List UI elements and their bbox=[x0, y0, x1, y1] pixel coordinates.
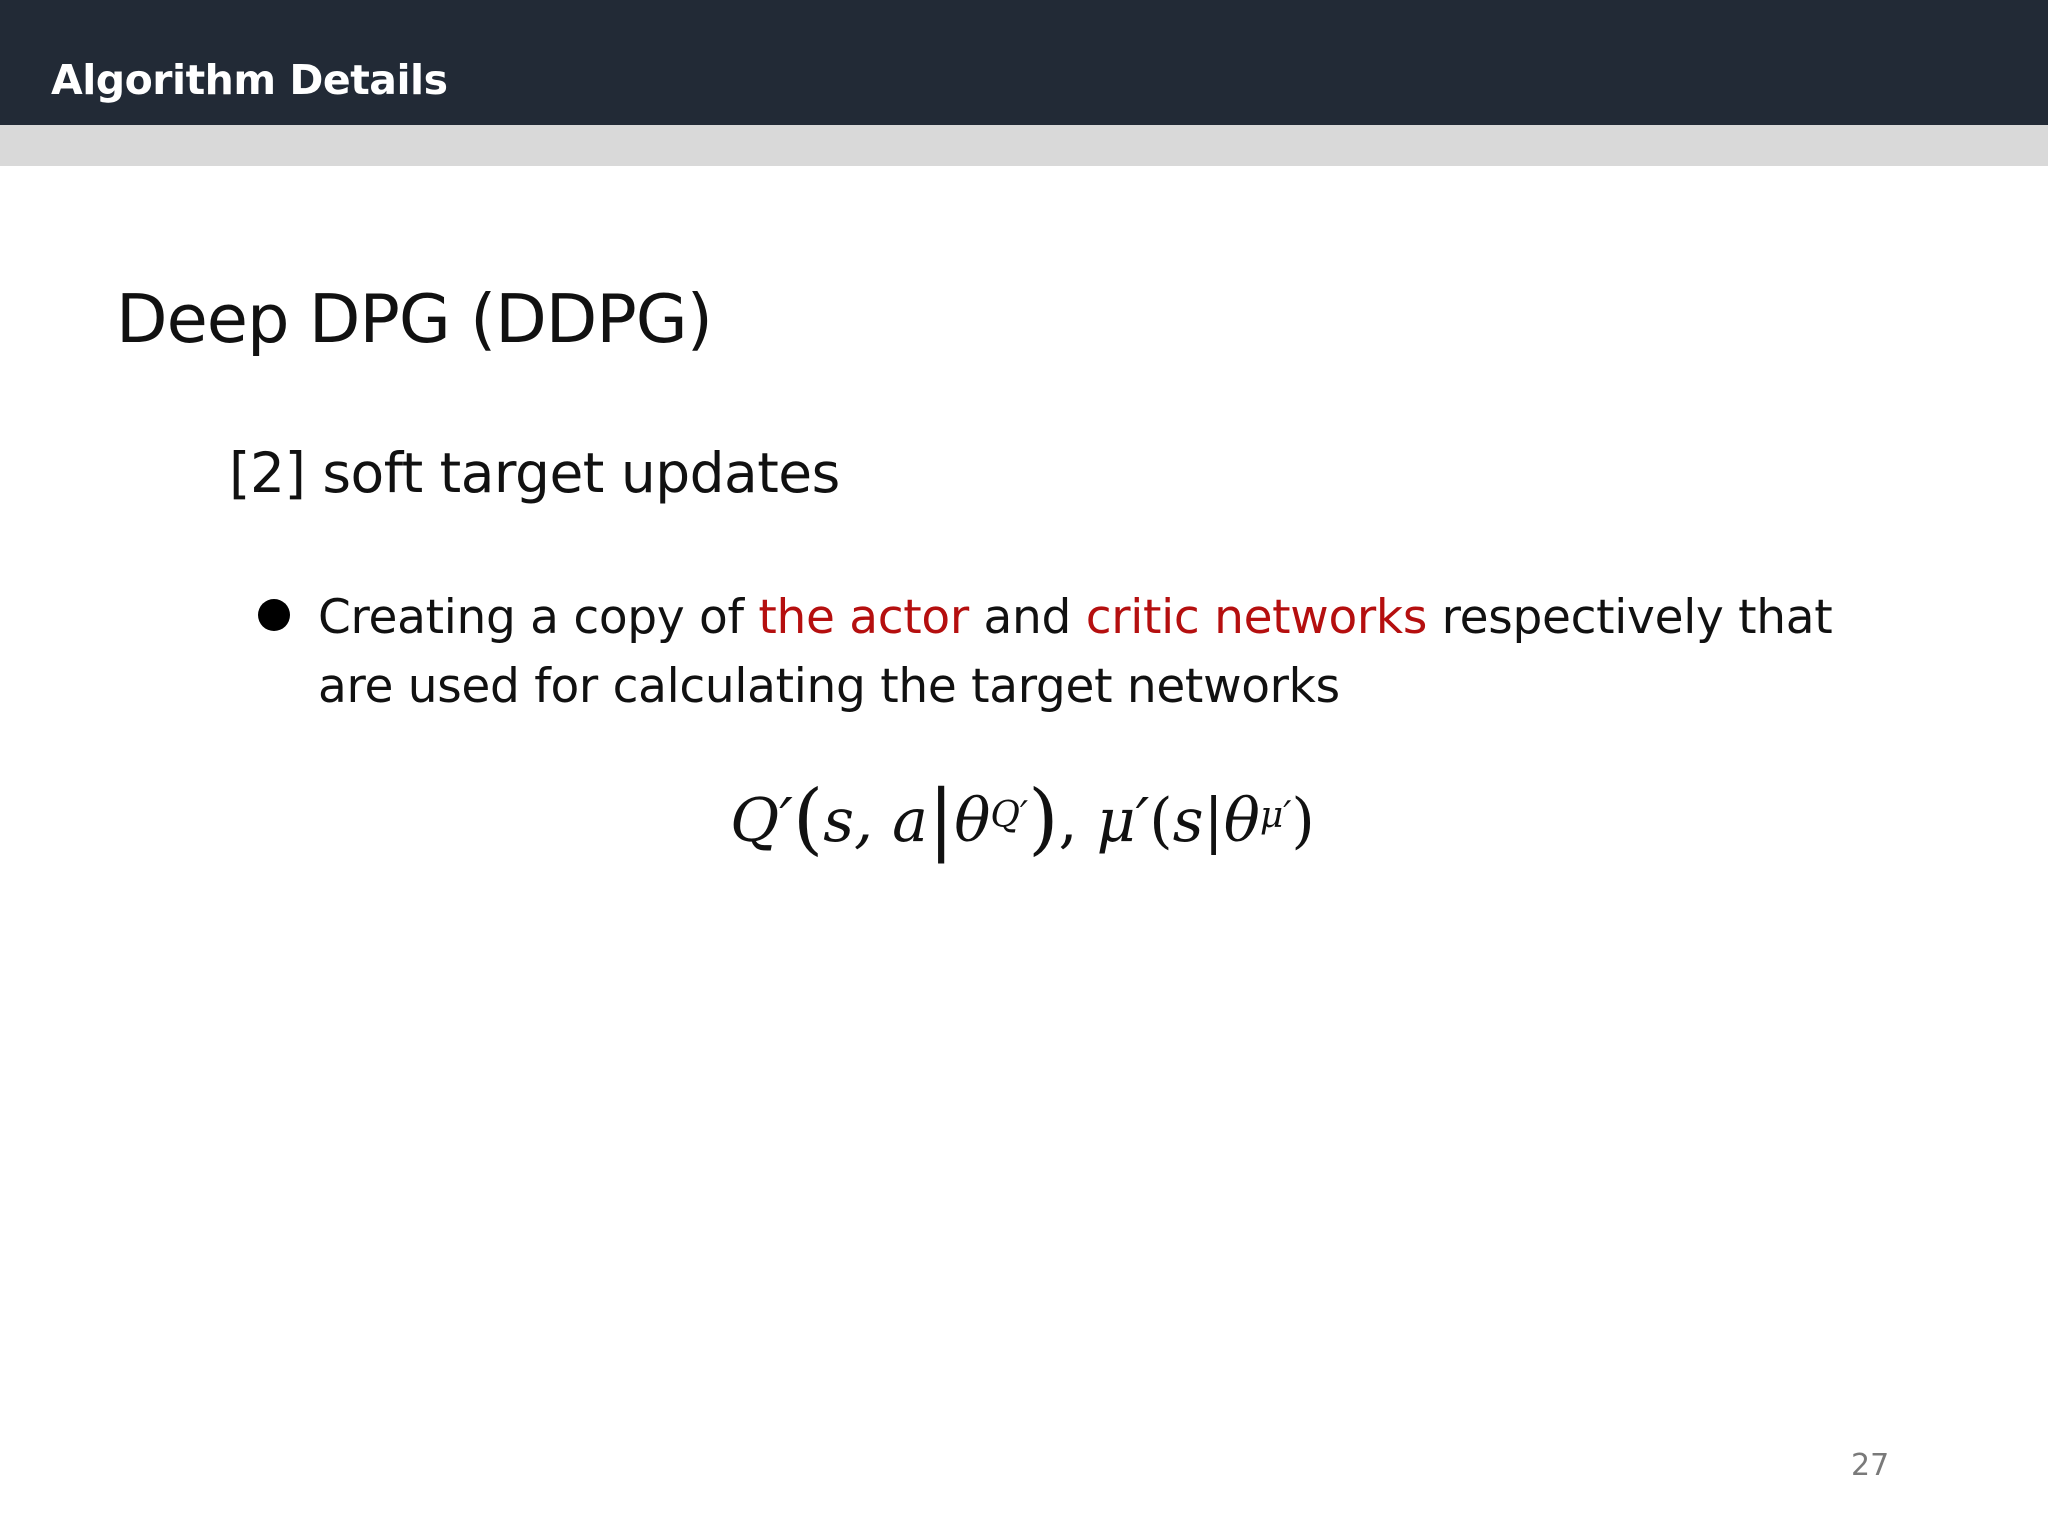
formula-theta: θ bbox=[954, 786, 991, 856]
formula-args: s, a bbox=[823, 786, 928, 856]
formula-open-paren-2: ( bbox=[1149, 786, 1173, 856]
highlight-critic-networks: critic networks bbox=[1085, 590, 1428, 645]
formula-bar-2: | bbox=[1203, 786, 1224, 856]
formula-mu-prime: μ′ bbox=[1096, 786, 1150, 856]
slide-title: Deep DPG (DDPG) bbox=[116, 280, 713, 358]
formula-s: s bbox=[1172, 786, 1204, 856]
formula-comma: , bbox=[1058, 786, 1078, 856]
header-title: Algorithm Details bbox=[51, 56, 448, 104]
bullet-dot-icon bbox=[258, 599, 290, 631]
target-networks-formula: Q′(s, a|θQ′), μ′(s|θμ′) bbox=[730, 770, 1315, 864]
formula-superscript-q: Q′ bbox=[990, 795, 1029, 836]
formula-close-paren-2: ) bbox=[1291, 786, 1315, 856]
bullet-text-part: Creating a copy of bbox=[318, 590, 759, 645]
header-stripe bbox=[0, 125, 2048, 166]
formula-superscript-mu: μ′ bbox=[1259, 795, 1292, 836]
formula-bar: | bbox=[927, 774, 955, 864]
page-number: 27 bbox=[1851, 1448, 1890, 1483]
section-heading: [2] soft target updates bbox=[229, 441, 840, 505]
formula-open-paren: ( bbox=[792, 774, 824, 864]
bullet-text-part: and bbox=[968, 590, 1086, 645]
highlight-actor: the actor bbox=[758, 590, 969, 645]
bullet-text: Creating a copy of the actor and critic … bbox=[318, 583, 1858, 721]
formula-theta-2: θ bbox=[1223, 786, 1260, 856]
formula-q-prime: Q′ bbox=[730, 786, 793, 856]
formula-close-paren: ) bbox=[1028, 774, 1059, 864]
